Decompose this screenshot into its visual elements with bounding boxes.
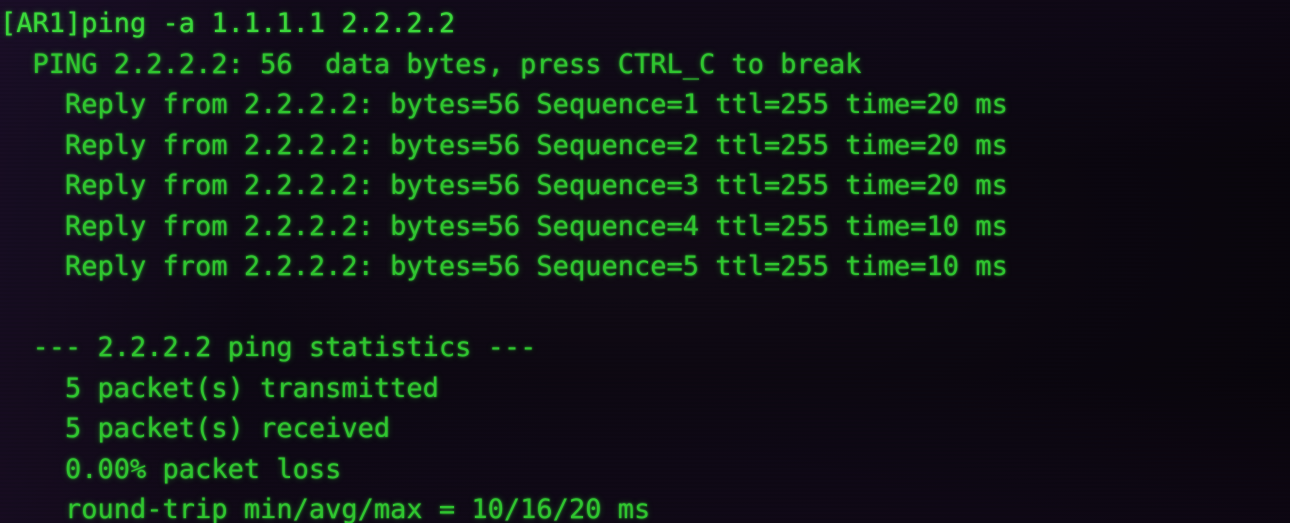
ping-reply-line: Reply from 2.2.2.2: bytes=56 Sequence=1 … bbox=[0, 89, 1008, 120]
statistics-header-line: --- 2.2.2.2 ping statistics --- bbox=[0, 332, 537, 363]
packets-received-line: 5 packet(s) received bbox=[0, 413, 391, 444]
console-output[interactable]: [AR1]ping -a 1.1.1.1 2.2.2.2 PING 2.2.2.… bbox=[0, 0, 1290, 523]
terminal-window[interactable]: [AR1]ping -a 1.1.1.1 2.2.2.2 PING 2.2.2.… bbox=[0, 0, 1290, 523]
ping-header-line: PING 2.2.2.2: 56 data bytes, press CTRL_… bbox=[0, 48, 862, 80]
ping-reply-line: Reply from 2.2.2.2: bytes=56 Sequence=2 … bbox=[0, 129, 1008, 161]
packet-loss-line: 0.00% packet loss bbox=[0, 453, 342, 485]
packets-transmitted-line: 5 packet(s) transmitted bbox=[0, 372, 439, 404]
command-line: [AR1]ping -a 1.1.1.1 2.2.2.2 bbox=[0, 8, 456, 39]
ping-reply-line: Reply from 2.2.2.2: bytes=56 Sequence=3 … bbox=[0, 170, 1008, 201]
ping-reply-line: Reply from 2.2.2.2: bytes=56 Sequence=4 … bbox=[0, 210, 1008, 242]
round-trip-line: round-trip min/avg/max = 10/16/20 ms bbox=[0, 494, 651, 523]
ping-reply-line: Reply from 2.2.2.2: bytes=56 Sequence=5 … bbox=[0, 251, 1008, 282]
